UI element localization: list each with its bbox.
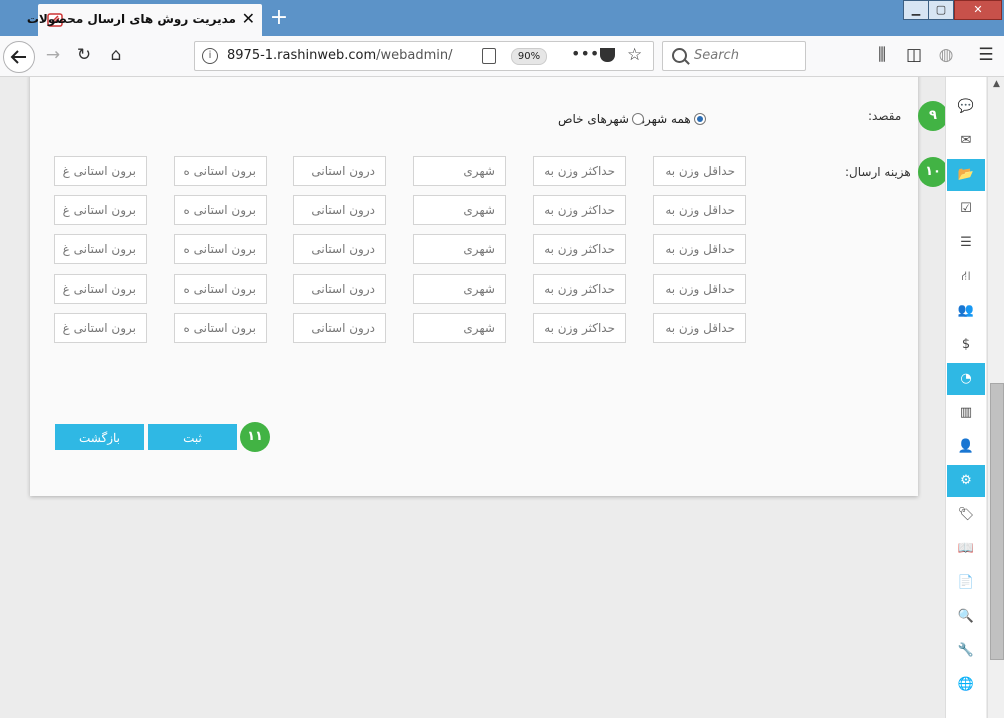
wrench-icon[interactable]: 🔧 <box>947 635 985 667</box>
step-badge-11: ۱۱ <box>240 422 270 452</box>
cost-input[interactable]: برون استانی غ <box>54 156 147 186</box>
step-badge-9: ۹ <box>918 101 945 131</box>
list-icon[interactable]: ☰ <box>947 227 985 259</box>
site-info-icon[interactable]: i <box>202 48 218 64</box>
search-placeholder: Search <box>694 48 739 63</box>
cost-input[interactable]: برون استانی غ <box>54 234 147 264</box>
cost-input[interactable]: برون استانی غ <box>54 195 147 225</box>
reader-view-icon[interactable] <box>482 48 496 64</box>
user-group-icon[interactable]: 👤 <box>947 431 985 463</box>
navigation-toolbar: → ↻ ⌂ i 8975-1.rashinweb.com/webadmin/ 9… <box>0 36 1004 77</box>
radio-specific-cities-button[interactable] <box>631 113 644 125</box>
cost-input[interactable]: برون استانی ه <box>174 234 267 264</box>
cost-input[interactable]: برون استانی ه <box>174 313 267 343</box>
radio-all-cities[interactable]: همه شهرها <box>635 112 706 126</box>
cost-input[interactable]: حداقل وزن به <box>653 274 746 304</box>
gear-icon[interactable]: ⚙ <box>947 465 985 497</box>
globe-addon-icon[interactable]: ◍ <box>935 44 957 66</box>
cost-input[interactable]: شهری <box>413 313 506 343</box>
mail-icon[interactable]: ✉ <box>947 125 985 157</box>
scroll-thumb[interactable] <box>990 383 1004 660</box>
new-tab-icon[interactable]: + <box>268 5 290 31</box>
tags-icon[interactable]: 🏷 <box>947 499 985 531</box>
globe-icon[interactable]: 🌐 <box>947 669 985 701</box>
bar-chart-icon[interactable]: ▥ <box>947 397 985 429</box>
reload-icon[interactable]: ↻ <box>73 44 95 66</box>
destination-label: مقصد: <box>868 109 902 123</box>
cost-input[interactable]: حداکثر وزن به <box>533 195 626 225</box>
cost-input[interactable]: شهری <box>413 156 506 186</box>
cost-input[interactable]: برون استانی ه <box>174 195 267 225</box>
cost-input[interactable]: شهری <box>413 195 506 225</box>
users-icon[interactable]: 👥 <box>947 295 985 327</box>
pocket-icon[interactable] <box>600 48 615 62</box>
dollar-icon[interactable]: $ <box>947 329 985 361</box>
back-button[interactable] <box>3 41 35 73</box>
back-button-form[interactable]: بازگشت <box>55 424 144 450</box>
bookmark-star-icon[interactable]: ☆ <box>627 45 642 65</box>
search-box[interactable]: Search <box>662 41 806 71</box>
zoom-icon[interactable]: 🔍 <box>947 601 985 633</box>
search-icon <box>672 48 687 63</box>
cost-input[interactable]: درون استانی <box>293 195 386 225</box>
cost-input[interactable]: درون استانی <box>293 313 386 343</box>
back-arrow-icon <box>10 50 26 64</box>
cost-input[interactable]: حداقل وزن به <box>653 313 746 343</box>
cost-input[interactable]: حداکثر وزن به <box>533 313 626 343</box>
cost-input[interactable]: حداقل وزن به <box>653 156 746 186</box>
shipping-form-panel: مقصد: ۹ همه شهرها شهرهای خاص هزینه ارسال… <box>30 77 945 496</box>
cost-input[interactable]: شهری <box>413 274 506 304</box>
radio-specific-cities[interactable]: شهرهای خاص <box>558 112 644 126</box>
cost-input[interactable]: برون استانی غ <box>54 274 147 304</box>
cost-input[interactable]: برون استانی ه <box>174 274 267 304</box>
address-bar[interactable]: i 8975-1.rashinweb.com/webadmin/ 90% •••… <box>194 41 654 71</box>
admin-sidebar: 💬 ✉ 📂 ☑ ☰ ⛙ 👥 $ ◔ ▥ 👤 ⚙ 🏷 📖 📄 🔍 🔧 🌐 <box>945 77 986 718</box>
book-icon[interactable]: 📖 <box>947 533 985 565</box>
cost-input[interactable]: درون استانی <box>293 234 386 264</box>
checkbox-icon[interactable]: ☑ <box>947 193 985 225</box>
tab-close-icon[interactable]: ✕ <box>242 10 255 28</box>
folder-open-icon[interactable]: 📂 <box>947 159 985 191</box>
cost-input[interactable]: حداکثر وزن به <box>533 234 626 264</box>
vertical-scrollbar[interactable]: ▲ <box>987 77 1004 718</box>
step-badge-10: ۱۰ <box>918 157 945 187</box>
hamburger-menu-icon[interactable]: ☰ <box>975 44 997 66</box>
page-content: مقصد: ۹ همه شهرها شهرهای خاص هزینه ارسال… <box>0 77 945 718</box>
window-titlebar: مدیریت روش های ارسال محصولات ✕ + ▁ ▢ ✕ <box>0 0 1004 36</box>
pie-chart-icon[interactable]: ◔ <box>947 363 985 395</box>
shipping-cost-label: هزینه ارسال: <box>845 165 911 179</box>
browser-tab[interactable]: مدیریت روش های ارسال محصولات ✕ <box>27 4 262 36</box>
cost-input[interactable]: حداکثر وزن به <box>533 156 626 186</box>
cost-input[interactable]: حداقل وزن به <box>653 234 746 264</box>
url-text[interactable]: 8975-1.rashinweb.com/webadmin/ <box>227 48 477 63</box>
cost-input[interactable]: حداقل وزن به <box>653 195 746 225</box>
cost-input[interactable]: درون استانی <box>293 156 386 186</box>
zoom-level[interactable]: 90% <box>511 48 547 65</box>
forward-arrow-icon[interactable]: → <box>42 44 64 66</box>
comments-icon[interactable]: 💬 <box>947 91 985 123</box>
sidebar-toggle-icon[interactable]: ◫ <box>903 44 925 66</box>
window-close-button[interactable]: ✕ <box>954 0 1002 20</box>
cost-input[interactable]: حداکثر وزن به <box>533 274 626 304</box>
minimize-button[interactable]: ▁ <box>903 0 929 20</box>
cost-input[interactable]: درون استانی <box>293 274 386 304</box>
submit-button[interactable]: ثبت <box>148 424 237 450</box>
library-icon[interactable]: ⫼ <box>871 44 893 66</box>
scroll-up-icon[interactable]: ▲ <box>990 79 1003 92</box>
file-icon[interactable]: 📄 <box>947 567 985 599</box>
tab-title: مدیریت روش های ارسال محصولات <box>26 12 236 26</box>
radio-all-cities-button[interactable] <box>693 113 706 125</box>
road-icon[interactable]: ⛙ <box>947 261 985 293</box>
cost-input[interactable]: شهری <box>413 234 506 264</box>
home-icon[interactable]: ⌂ <box>105 44 127 66</box>
cost-input[interactable]: برون استانی غ <box>54 313 147 343</box>
maximize-button[interactable]: ▢ <box>928 0 954 20</box>
cost-input[interactable]: برون استانی ه <box>174 156 267 186</box>
radio-specific-cities-label: شهرهای خاص <box>558 112 629 126</box>
page-actions-icon[interactable]: ••• <box>571 44 599 63</box>
